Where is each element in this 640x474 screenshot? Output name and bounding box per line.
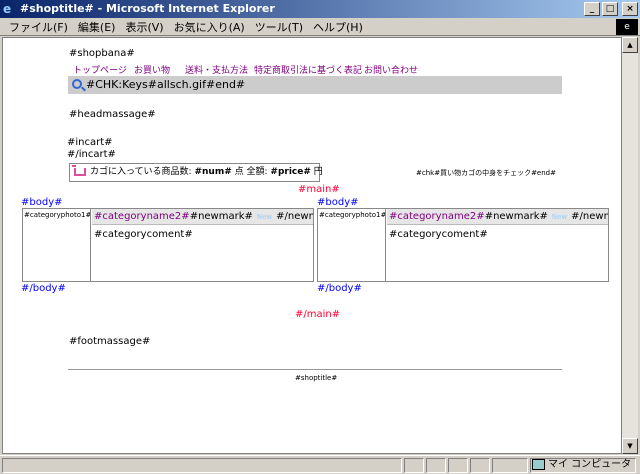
nav-link-top[interactable]: トップページ: [73, 63, 127, 76]
ie-logo-icon: e: [3, 2, 12, 16]
product-photo-1[interactable]: #categoryphoto1#: [23, 209, 91, 281]
cart-num: #num#: [194, 167, 232, 177]
menu-favorites[interactable]: お気に入り(A): [169, 19, 250, 35]
status-cell-5: [492, 458, 528, 473]
status-cell-1: [404, 458, 424, 473]
chk-cart-link[interactable]: #chk#買い物カゴの中身をチェック#end#: [416, 168, 556, 178]
search-icon[interactable]: [72, 79, 82, 89]
status-cell-3: [448, 458, 468, 473]
menu-view[interactable]: 表示(V): [120, 19, 168, 35]
maximize-button[interactable]: □: [602, 2, 618, 16]
new-badge-icon: New: [256, 213, 273, 221]
search-tag: #CHK:Keys#allsch.gif#end#: [86, 78, 246, 91]
nav-link-shopping[interactable]: お買い物: [134, 63, 170, 76]
window-title: #shoptitle# - Microsoft Internet Explore…: [20, 2, 275, 15]
nav-link-legal[interactable]: 特定商取引法に基づく表記: [254, 63, 362, 76]
incart-open: #incart#: [67, 137, 113, 148]
footmassage: #footmassage#: [69, 336, 151, 347]
product-head-1: #categoryname2##newmark#New#/newmark#: [92, 209, 313, 225]
body-open-1: #body#: [21, 197, 63, 208]
product-name-2[interactable]: #categoryname2#: [389, 211, 485, 222]
product-photo-2[interactable]: #categoryphoto1#: [318, 209, 386, 281]
body-open-2: #body#: [317, 197, 359, 208]
product-card-1: #categoryphoto1# #categoryname2##newmark…: [22, 208, 314, 282]
menu-tools[interactable]: ツール(T): [250, 19, 308, 35]
cart-icon: [72, 165, 86, 176]
status-cell-2: [426, 458, 446, 473]
product-card-2: #categoryphoto1# #categoryname2##newmark…: [317, 208, 609, 282]
product-name-1[interactable]: #categoryname2#: [94, 211, 190, 222]
product-coment-2: #categorycoment#: [389, 229, 488, 240]
status-text-cell: [2, 458, 402, 473]
new-badge-icon: New: [551, 213, 568, 221]
product-coment-1: #categorycoment#: [94, 229, 193, 240]
footer-shoptitle: #shoptitle#: [295, 374, 338, 382]
body-close-1: #/body#: [21, 283, 66, 294]
status-zone-label: マイ コンピュータ: [548, 459, 632, 470]
menu-bar: ファイル(F) 編集(E) 表示(V) お気に入り(A) ツール(T) ヘルプ(…: [0, 18, 640, 36]
main-open: #main#: [298, 184, 340, 195]
shopbana: #shopbana#: [69, 48, 135, 59]
status-cell-4: [470, 458, 490, 473]
title-bar: e #shoptitle# - Microsoft Internet Explo…: [0, 0, 640, 18]
vertical-scrollbar[interactable]: ▲ ▼: [622, 37, 638, 454]
scroll-down-icon[interactable]: ▼: [622, 438, 638, 454]
footer-divider: [68, 369, 562, 370]
minimize-button[interactable]: _: [584, 2, 600, 16]
menu-help[interactable]: ヘルプ(H): [308, 19, 368, 35]
scroll-up-icon[interactable]: ▲: [622, 37, 638, 53]
product-head-2: #categoryname2##newmark#New#/newmark#: [387, 209, 608, 225]
cart-summary: カゴに入っている商品数: #num# 点 全額: #price# 円: [69, 163, 323, 182]
page-viewport: #shopbana# トップページ お買い物 送料・支払方法 特定商取引法に基づ…: [2, 37, 622, 454]
menu-file[interactable]: ファイル(F): [4, 19, 73, 35]
status-zone: マイ コンピュータ: [530, 458, 631, 473]
nav-link-contact[interactable]: お問い合わせ: [364, 63, 418, 76]
main-close: #/main#: [295, 309, 341, 320]
cart-price: #price#: [270, 167, 311, 177]
search-bar[interactable]: #CHK:Keys#allsch.gif#end#: [68, 76, 562, 94]
incart-close: #/incart#: [67, 149, 116, 160]
computer-icon: [532, 459, 545, 470]
body-close-2: #/body#: [317, 283, 362, 294]
menu-edit[interactable]: 編集(E): [73, 19, 121, 35]
ie-throbber-icon: e: [616, 19, 638, 35]
nav-link-shipping[interactable]: 送料・支払方法: [185, 63, 248, 76]
close-button[interactable]: ×: [622, 2, 638, 16]
status-bar: マイ コンピュータ: [0, 455, 640, 474]
headmassage: #headmassage#: [69, 109, 156, 120]
